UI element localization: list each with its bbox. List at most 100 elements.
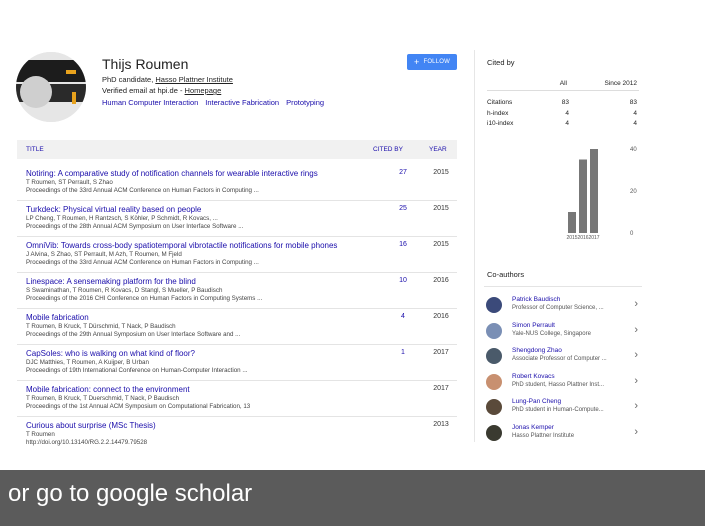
avatar <box>486 297 502 313</box>
article-title[interactable]: Mobile fabrication: connect to the envir… <box>26 385 456 394</box>
chevron-right-icon[interactable]: › <box>634 400 638 412</box>
cited-by-title: Cited by <box>487 58 515 67</box>
follow-label: FOLLOW <box>423 59 450 65</box>
coauthor-item[interactable]: Patrick Baudisch Professor of Computer S… <box>486 295 642 319</box>
chart-xtick-label: 2015 <box>566 235 577 241</box>
article-title[interactable]: OmniVib: Towards cross-body spatiotempor… <box>26 241 456 250</box>
coauthor-name[interactable]: Simon Perrault <box>512 322 555 329</box>
profile-photo-image <box>16 52 86 122</box>
chart-xtick-label: 2016 <box>577 235 588 241</box>
table-row: Mobile fabrication T Roumen, B Kruck, T … <box>26 313 456 338</box>
affiliation-link[interactable]: Hasso Plattner Institute <box>155 75 233 84</box>
coauthor-name[interactable]: Jonas Kemper <box>512 424 554 431</box>
citations-chart: 0 20 40 2015 2016 2017 <box>566 147 637 241</box>
chevron-right-icon[interactable]: › <box>634 426 638 438</box>
profile-name: Thijs Roumen <box>102 56 189 72</box>
table-row: Turkdeck: Physical virtual reality based… <box>26 205 456 230</box>
chevron-right-icon[interactable]: › <box>634 298 638 310</box>
article-authors: S Swaminathan, T Roumen, R Kovacs, D Sta… <box>26 287 223 294</box>
coauthor-item[interactable]: Lung-Pan Cheng PhD student in Human-Comp… <box>486 397 642 421</box>
chevron-right-icon[interactable]: › <box>634 349 638 361</box>
chart-bar[interactable] <box>568 212 576 233</box>
follow-button[interactable]: + FOLLOW <box>407 54 457 70</box>
coauthor-detail: PhD student in Human-Compute... <box>512 407 604 413</box>
chart-bar[interactable] <box>579 159 587 234</box>
col-title[interactable]: TITLE <box>26 146 44 153</box>
panel-divider <box>474 50 475 442</box>
avatar <box>486 374 502 390</box>
stats-row: h-index 4 4 <box>487 108 639 119</box>
table-row: Curious about surprise (MSc Thesis) T Ro… <box>26 421 456 446</box>
avatar <box>486 348 502 364</box>
article-venue: Proceedings of the 29th Annual Symposium… <box>26 331 241 338</box>
chevron-right-icon[interactable]: › <box>634 324 638 336</box>
interest-prototyping[interactable]: Prototyping <box>286 98 324 107</box>
article-venue: Proceedings of the 28th Annual ACM Sympo… <box>26 223 244 230</box>
article-title[interactable]: CapSoles: who is walking on what kind of… <box>26 349 456 358</box>
article-year: 2016 <box>433 277 449 284</box>
coauthor-detail: Associate Professor of Computer ... <box>512 356 607 362</box>
table-row: CapSoles: who is walking on what kind of… <box>26 349 456 374</box>
chevron-right-icon[interactable]: › <box>634 375 638 387</box>
row-divider <box>17 344 457 345</box>
article-title[interactable]: Notiring: A comparative study of notific… <box>26 169 456 178</box>
article-authors: T Roumen <box>26 431 55 438</box>
interest-fabrication[interactable]: Interactive Fabrication <box>205 98 279 107</box>
coauthor-detail: PhD student, Hasso Plattner Inst... <box>512 382 605 388</box>
cited-count[interactable]: 4 <box>398 313 408 320</box>
coauthor-name[interactable]: Robert Kovacs <box>512 373 555 380</box>
interest-hci[interactable]: Human Computer Interaction <box>102 98 198 107</box>
coauthor-name[interactable]: Patrick Baudisch <box>512 296 560 303</box>
article-year: 2017 <box>433 349 449 356</box>
coauthor-item[interactable]: Shengdong Zhao Associate Professor of Co… <box>486 346 642 370</box>
coauthor-detail: Hasso Plattner Institute <box>512 433 575 439</box>
chart-xtick-label: 2017 <box>588 235 599 241</box>
chart-bar[interactable] <box>590 149 598 233</box>
article-year: 2015 <box>433 241 449 248</box>
stats-all: 4 <box>565 109 569 117</box>
table-row: Linespace: A sensemaking platform for th… <box>26 277 456 302</box>
coauthor-item[interactable]: Simon Perrault Yale-NUS College, Singapo… <box>486 321 642 345</box>
article-title[interactable]: Mobile fabrication <box>26 313 456 322</box>
plus-icon: + <box>413 57 420 67</box>
article-year: 2013 <box>433 421 449 428</box>
stats-since: 4 <box>633 109 637 117</box>
table-row: Notiring: A comparative study of notific… <box>26 169 456 194</box>
col-cited-by[interactable]: CITED BY <box>373 146 403 153</box>
coauthor-item[interactable]: Jonas Kemper Hasso Plattner Institute › <box>486 423 642 447</box>
coauthor-item[interactable]: Robert Kovacs PhD student, Hasso Plattne… <box>486 372 642 396</box>
avatar <box>486 425 502 441</box>
chart-ytick-label: 0 <box>630 231 634 237</box>
stats-col-since: Since 2012 <box>604 80 637 87</box>
article-authors: T Roumen, ST Perrault, S Zhao <box>26 179 113 186</box>
row-divider <box>17 200 457 201</box>
cited-count[interactable]: 10 <box>398 277 408 284</box>
coauthor-name[interactable]: Lung-Pan Cheng <box>512 398 561 405</box>
avatar <box>486 323 502 339</box>
cited-count[interactable]: 16 <box>398 241 408 248</box>
cited-count[interactable]: 27 <box>398 169 408 176</box>
stats-label: Citations <box>487 99 513 106</box>
cited-count[interactable]: 1 <box>398 349 408 356</box>
table-row: Mobile fabrication: connect to the envir… <box>26 385 456 410</box>
homepage-link[interactable]: Homepage <box>185 86 222 95</box>
article-title[interactable]: Linespace: A sensemaking platform for th… <box>26 277 456 286</box>
article-authors: T Roumen, B Kruck, T Dürschmid, T Nack, … <box>26 323 176 330</box>
stats-row: Citations 83 83 <box>487 97 639 108</box>
article-authors: LP Cheng, T Roumen, H Rantzsch, S Köhler… <box>26 215 218 222</box>
coauthor-name[interactable]: Shengdong Zhao <box>512 347 562 354</box>
chart-ytick-label: 40 <box>630 147 637 153</box>
avatar <box>486 399 502 415</box>
article-title[interactable]: Curious about surprise (MSc Thesis) <box>26 421 456 430</box>
cited-count[interactable]: 25 <box>398 205 408 212</box>
stats-label: i10-index <box>487 120 514 127</box>
article-year: 2015 <box>433 205 449 212</box>
article-title[interactable]: Turkdeck: Physical virtual reality based… <box>26 205 456 214</box>
stats-col-all: All <box>559 80 567 87</box>
row-divider <box>17 236 457 237</box>
article-venue: Proceedings of the 33rd Annual ACM Confe… <box>26 187 259 194</box>
row-divider <box>17 272 457 273</box>
caption-text: or go to google scholar <box>8 480 253 507</box>
col-year[interactable]: YEAR <box>429 146 447 153</box>
article-venue: Proceedings of 19th International Confer… <box>26 367 248 374</box>
